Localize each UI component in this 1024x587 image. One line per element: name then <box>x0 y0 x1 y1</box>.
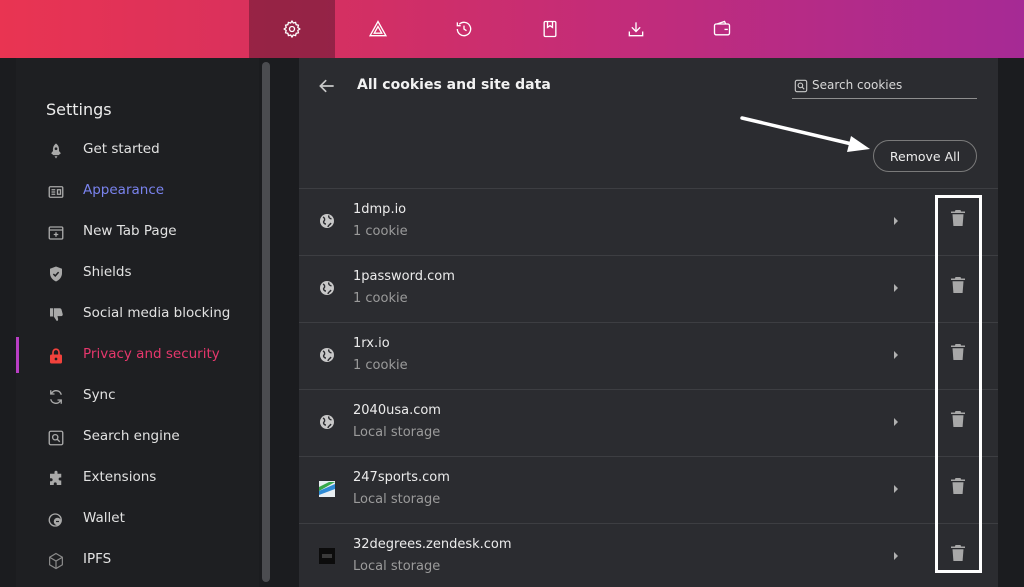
globe-icon <box>320 415 334 429</box>
globe-icon <box>320 214 334 228</box>
sidebar-item-ipfs[interactable]: IPFS <box>16 543 259 579</box>
wallet-icon <box>713 20 731 36</box>
chevron-right-icon[interactable] <box>892 550 900 562</box>
search-engine-icon <box>46 428 66 448</box>
gear-icon <box>283 19 301 39</box>
brave-rewards-icon <box>368 20 388 37</box>
appearance-icon <box>46 182 66 202</box>
site-name: 32degrees.zendesk.com <box>353 537 512 552</box>
bookmarks-icon <box>543 20 557 38</box>
sidebar-item-label: Get started <box>83 141 160 157</box>
search-cookies-field[interactable] <box>792 74 977 99</box>
site-detail: 1 cookie <box>353 358 408 373</box>
247sports-favicon-icon <box>319 481 335 497</box>
site-row-1rx-io[interactable]: 1rx.io 1 cookie <box>299 322 998 389</box>
puzzle-icon <box>46 469 66 489</box>
lock-icon <box>46 346 66 366</box>
chevron-right-icon[interactable] <box>892 483 900 495</box>
history-icon <box>456 21 472 37</box>
chevron-right-icon[interactable] <box>892 349 900 361</box>
back-arrow-icon[interactable] <box>317 76 337 96</box>
site-row-2040usa-com[interactable]: 2040usa.com Local storage <box>299 389 998 456</box>
sidebar-item-label: New Tab Page <box>83 223 177 239</box>
downloads-button[interactable] <box>593 0 679 58</box>
sync-icon <box>46 387 66 407</box>
sidebar-item-extensions[interactable]: Extensions <box>16 461 259 497</box>
site-detail: Local storage <box>353 425 441 440</box>
site-name: 1rx.io <box>353 336 390 351</box>
ipfs-icon <box>46 551 66 571</box>
site-name: 247sports.com <box>353 470 450 485</box>
bookmarks-button[interactable] <box>507 0 593 58</box>
sidebar-item-label: Extensions <box>83 469 157 485</box>
sidebar-scrollbar[interactable] <box>262 62 270 582</box>
site-row-1dmp-io[interactable]: 1dmp.io 1 cookie <box>299 188 998 255</box>
site-name: 2040usa.com <box>353 403 441 418</box>
sidebar-item-shields[interactable]: Shields <box>16 256 259 292</box>
history-button[interactable] <box>421 0 507 58</box>
site-detail: Local storage <box>353 559 441 574</box>
search-input[interactable] <box>812 75 972 95</box>
site-detail: Local storage <box>353 492 441 507</box>
site-detail: 1 cookie <box>353 291 408 306</box>
settings-sidebar: Settings Get started Appearance New Tab … <box>16 58 259 587</box>
site-name: 1password.com <box>353 269 455 284</box>
sidebar-item-label: IPFS <box>83 551 112 567</box>
sidebar-item-label: Social media blocking <box>83 305 231 321</box>
wallet-icon <box>46 510 66 530</box>
downloads-icon <box>628 22 644 37</box>
sidebar-item-label: Privacy and security <box>83 346 220 362</box>
new-tab-icon <box>46 223 66 243</box>
sidebar-item-social-media-blocking[interactable]: Social media blocking <box>16 297 259 333</box>
sidebar-item-new-tab-page[interactable]: New Tab Page <box>16 215 259 251</box>
rewards-button[interactable] <box>335 0 421 58</box>
cookies-panel: All cookies and site data Remove All 1dm… <box>299 58 998 587</box>
chevron-right-icon[interactable] <box>892 215 900 227</box>
settings-button[interactable] <box>249 0 335 58</box>
search-icon <box>794 79 808 93</box>
chevron-right-icon[interactable] <box>892 416 900 428</box>
site-row-247sports-com[interactable]: 247sports.com Local storage <box>299 456 998 523</box>
top-toolbar <box>0 0 1024 58</box>
sidebar-item-wallet[interactable]: Wallet <box>16 502 259 538</box>
site-name: 1dmp.io <box>353 202 407 217</box>
chevron-right-icon[interactable] <box>892 282 900 294</box>
page-title: All cookies and site data <box>357 77 551 93</box>
sidebar-item-label: Search engine <box>83 428 180 444</box>
rocket-icon <box>46 141 66 161</box>
sidebar-item-label: Wallet <box>83 510 125 526</box>
sidebar-item-label: Shields <box>83 264 132 280</box>
globe-icon <box>320 348 334 362</box>
wallet-button[interactable] <box>679 0 765 58</box>
site-detail: 1 cookie <box>353 224 408 239</box>
site-row-32degrees-zendesk-com[interactable]: 32degrees.zendesk.com Local storage <box>299 523 998 587</box>
annotation-arrow-icon <box>740 116 870 152</box>
shield-icon <box>46 264 66 284</box>
sidebar-item-sync[interactable]: Sync <box>16 379 259 415</box>
sidebar-item-search-engine[interactable]: Search engine <box>16 420 259 456</box>
annotation-highlight-box <box>935 195 982 573</box>
globe-icon <box>320 281 334 295</box>
sidebar-item-appearance[interactable]: Appearance <box>16 174 259 210</box>
32degrees-favicon-icon <box>319 548 335 564</box>
sidebar-item-get-started[interactable]: Get started <box>16 133 259 169</box>
thumbs-down-icon <box>46 305 66 325</box>
sidebar-item-label: Sync <box>83 387 116 403</box>
sidebar-item-label: Appearance <box>83 182 165 198</box>
sidebar-item-privacy-and-security[interactable]: Privacy and security <box>16 338 259 374</box>
sidebar-title: Settings <box>46 100 112 119</box>
site-row-1password-com[interactable]: 1password.com 1 cookie <box>299 255 998 322</box>
remove-all-button[interactable]: Remove All <box>873 140 977 172</box>
